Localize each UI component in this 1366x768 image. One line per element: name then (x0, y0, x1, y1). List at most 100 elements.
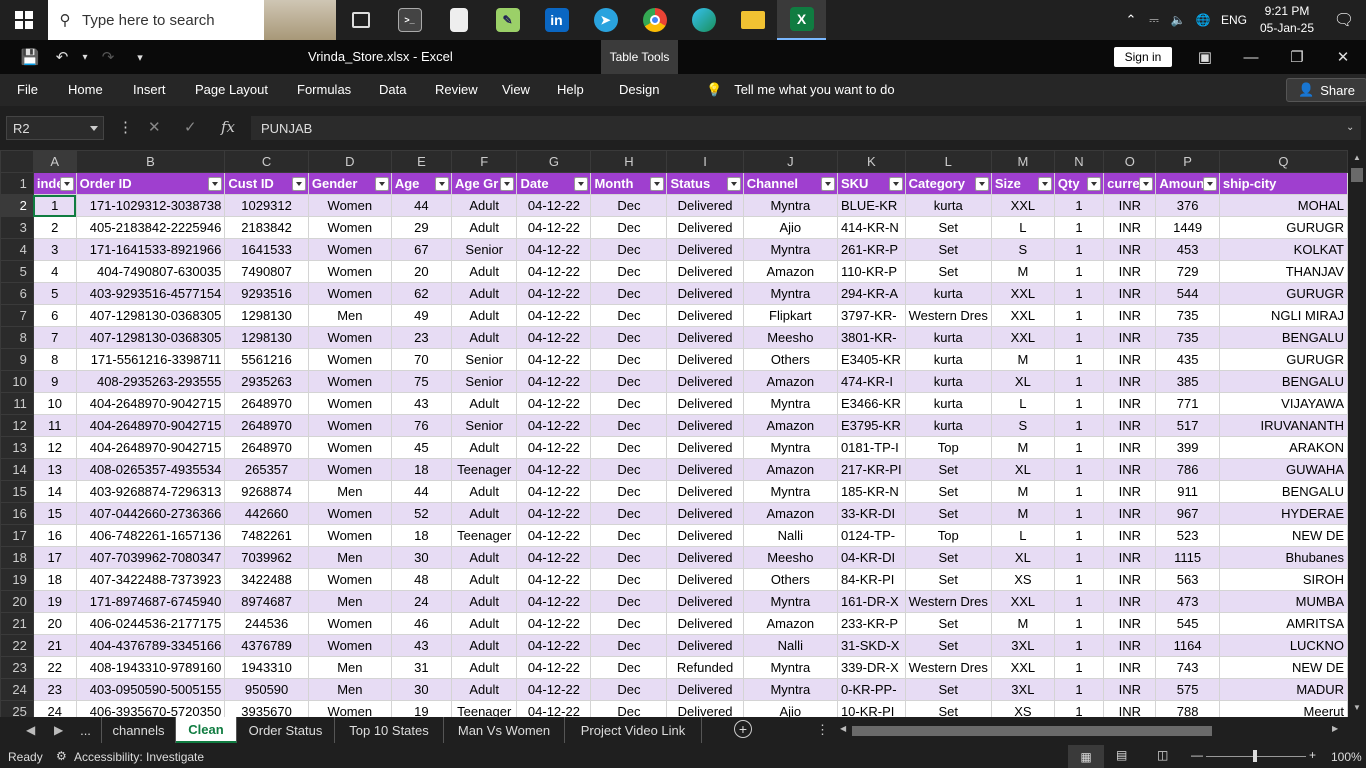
table-cell[interactable]: Dec (590, 370, 668, 393)
formula-input[interactable]: PUNJAB (251, 116, 1361, 140)
normal-view-icon[interactable]: ▦ (1068, 745, 1104, 768)
column-header-e[interactable]: E (390, 150, 453, 173)
table-cell[interactable]: 1 (1053, 656, 1105, 679)
table-cell[interactable]: Women (307, 348, 392, 371)
table-cell[interactable]: Teenager (450, 458, 518, 481)
filter-dropdown-icon[interactable] (650, 177, 665, 191)
table-cell[interactable]: Myntra (742, 480, 838, 503)
table-cell[interactable]: Delivered (666, 414, 744, 437)
more-options-icon[interactable]: ⋮ (816, 722, 829, 738)
sheet-tab-channels[interactable]: channels (102, 717, 176, 743)
table-cell[interactable]: 771 (1155, 392, 1220, 415)
table-cell[interactable]: 49 (390, 304, 453, 327)
table-cell[interactable]: 5 (32, 282, 77, 305)
table-cell[interactable]: 404-2648970-9042715 (75, 414, 226, 437)
table-cell[interactable]: S (990, 414, 1055, 437)
tab-file[interactable]: File (17, 82, 38, 97)
table-header-cell[interactable]: Amoun (1155, 172, 1220, 195)
table-cell[interactable]: XS (990, 700, 1055, 717)
tab-home[interactable]: Home (68, 82, 103, 97)
table-cell[interactable]: Western Dres (904, 304, 992, 327)
table-cell[interactable]: Adult (450, 678, 518, 701)
table-cell[interactable]: 24 (32, 700, 77, 717)
table-cell[interactable]: 18 (390, 524, 453, 547)
zoom-level[interactable]: 100% (1331, 750, 1362, 764)
table-cell[interactable]: 414-KR-N (836, 216, 906, 239)
table-cell[interactable]: 3422488 (224, 568, 309, 591)
table-cell[interactable]: 1 (1053, 568, 1105, 591)
table-cell[interactable]: Dec (590, 590, 668, 613)
column-header-d[interactable]: D (307, 150, 392, 173)
table-cell[interactable]: BLUE-KR (836, 194, 906, 217)
table-cell[interactable]: NEW DE (1218, 524, 1348, 547)
table-cell[interactable]: 1449 (1155, 216, 1220, 239)
table-cell[interactable]: Myntra (742, 656, 838, 679)
row-header[interactable]: 20 (0, 590, 34, 613)
table-cell[interactable]: INR (1103, 524, 1157, 547)
table-cell[interactable]: Adult (450, 216, 518, 239)
table-cell[interactable]: MUMBA (1218, 590, 1348, 613)
table-cell[interactable]: ARAKON (1218, 436, 1348, 459)
table-cell[interactable]: 1 (1053, 304, 1105, 327)
table-cell[interactable]: 04-12-22 (516, 414, 592, 437)
table-cell[interactable]: Meesho (742, 326, 838, 349)
table-cell[interactable]: 0-KR-PP- (836, 678, 906, 701)
table-cell[interactable]: 1 (1053, 370, 1105, 393)
row-header[interactable]: 2 (0, 194, 34, 217)
table-cell[interactable]: 1 (1053, 282, 1105, 305)
table-cell[interactable]: 1 (1053, 348, 1105, 371)
table-cell[interactable]: Adult (450, 480, 518, 503)
table-cell[interactable]: Women (307, 216, 392, 239)
table-cell[interactable]: Dec (590, 260, 668, 283)
table-header-cell[interactable]: Month (590, 172, 668, 195)
table-cell[interactable]: Delivered (666, 480, 744, 503)
table-cell[interactable]: INR (1103, 392, 1157, 415)
insert-function-icon[interactable]: fx (221, 118, 235, 136)
table-cell[interactable]: 04-12-22 (516, 634, 592, 657)
table-cell[interactable]: L (990, 216, 1055, 239)
table-cell[interactable]: Myntra (742, 678, 838, 701)
filter-dropdown-icon[interactable] (726, 177, 741, 191)
table-cell[interactable]: 3 (32, 238, 77, 261)
table-cell[interactable]: Others (742, 348, 838, 371)
table-cell[interactable]: 8 (32, 348, 77, 371)
table-cell[interactable]: INR (1103, 436, 1157, 459)
table-cell[interactable]: 2 (32, 216, 77, 239)
table-cell[interactable]: 43 (390, 392, 453, 415)
table-cell[interactable]: HYDERAE (1218, 502, 1348, 525)
column-header-j[interactable]: J (742, 150, 838, 173)
table-cell[interactable]: Women (307, 502, 392, 525)
table-cell[interactable]: 18 (32, 568, 77, 591)
table-cell[interactable]: 24 (390, 590, 453, 613)
table-cell[interactable]: Delivered (666, 436, 744, 459)
table-cell[interactable]: 70 (390, 348, 453, 371)
table-cell[interactable]: 403-0950590-5005155 (75, 678, 226, 701)
horizontal-scroll-thumb[interactable] (852, 726, 1212, 736)
table-cell[interactable]: 5561216 (224, 348, 309, 371)
scroll-tabs-left-icon[interactable]: ◀ (26, 723, 35, 737)
page-layout-view-icon[interactable]: ▤ (1116, 748, 1127, 762)
table-cell[interactable]: M (990, 502, 1055, 525)
table-cell[interactable]: 233-KR-P (836, 612, 906, 635)
table-cell[interactable]: Delivered (666, 194, 744, 217)
table-header-cell[interactable]: Size (990, 172, 1055, 195)
table-cell[interactable]: Senior (450, 348, 518, 371)
table-cell[interactable]: kurta (904, 326, 992, 349)
table-cell[interactable]: Adult (450, 568, 518, 591)
table-cell[interactable]: kurta (904, 282, 992, 305)
table-cell[interactable]: 1 (1053, 480, 1105, 503)
table-cell[interactable]: 474-KR-I (836, 370, 906, 393)
column-header-h[interactable]: H (590, 150, 668, 173)
table-cell[interactable]: Set (904, 260, 992, 283)
table-cell[interactable]: Adult (450, 194, 518, 217)
table-cell[interactable]: BENGALU (1218, 370, 1348, 393)
table-cell[interactable]: 19 (32, 590, 77, 613)
tab-view[interactable]: View (502, 82, 530, 97)
table-cell[interactable]: XS (990, 568, 1055, 591)
table-cell[interactable]: 33-KR-DI (836, 502, 906, 525)
scroll-left-icon[interactable]: ◀ (840, 724, 846, 733)
table-cell[interactable]: Top (904, 524, 992, 547)
table-cell[interactable]: INR (1103, 634, 1157, 657)
table-cell[interactable]: Delivered (666, 282, 744, 305)
row-header[interactable]: 1 (0, 172, 34, 195)
